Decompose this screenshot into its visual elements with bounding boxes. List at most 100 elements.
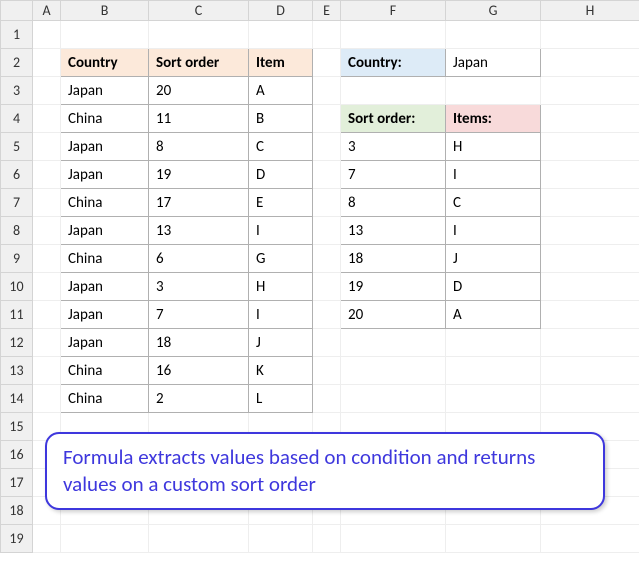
cell[interactable]	[313, 301, 341, 329]
result-sort[interactable]: 7	[341, 161, 446, 189]
result-item[interactable]: D	[446, 273, 541, 301]
cell[interactable]	[313, 105, 341, 133]
col-F[interactable]: F	[341, 1, 446, 21]
col-A[interactable]: A	[33, 1, 61, 21]
cell[interactable]	[541, 161, 639, 189]
cell[interactable]	[541, 189, 639, 217]
cell[interactable]	[249, 525, 313, 553]
cell[interactable]	[61, 525, 149, 553]
cell-sort[interactable]: 19	[149, 161, 249, 189]
cell-country[interactable]: China	[61, 105, 149, 133]
row-2[interactable]: 2	[1, 49, 33, 77]
filter-value[interactable]: Japan	[446, 49, 541, 77]
cell[interactable]	[33, 105, 61, 133]
result-item[interactable]: J	[446, 245, 541, 273]
cell[interactable]	[541, 385, 639, 413]
cell-sort[interactable]: 2	[149, 385, 249, 413]
cell-item[interactable]: I	[249, 217, 313, 245]
cell[interactable]	[541, 301, 639, 329]
row-7[interactable]: 7	[1, 189, 33, 217]
cell-sort[interactable]: 8	[149, 133, 249, 161]
cell[interactable]	[33, 217, 61, 245]
cell-item[interactable]: G	[249, 245, 313, 273]
cell[interactable]	[33, 385, 61, 413]
cell[interactable]	[446, 525, 541, 553]
cell[interactable]	[541, 273, 639, 301]
header-item[interactable]: Item	[249, 49, 313, 77]
cell[interactable]	[541, 525, 639, 553]
cell-item[interactable]: K	[249, 357, 313, 385]
row-9[interactable]: 9	[1, 245, 33, 273]
cell[interactable]	[313, 385, 341, 413]
cell[interactable]	[341, 21, 446, 49]
cell[interactable]	[33, 49, 61, 77]
row-13[interactable]: 13	[1, 357, 33, 385]
cell-country[interactable]: Japan	[61, 161, 149, 189]
col-B[interactable]: B	[61, 1, 149, 21]
cell[interactable]	[541, 217, 639, 245]
cell-item[interactable]: C	[249, 133, 313, 161]
cell-country[interactable]: Japan	[61, 77, 149, 105]
cell[interactable]	[313, 273, 341, 301]
row-12[interactable]: 12	[1, 329, 33, 357]
cell[interactable]	[341, 77, 446, 105]
cell-country[interactable]: Japan	[61, 329, 149, 357]
cell[interactable]	[313, 217, 341, 245]
cell-item[interactable]: H	[249, 273, 313, 301]
cell[interactable]	[541, 329, 639, 357]
cell-sort[interactable]: 20	[149, 77, 249, 105]
col-G[interactable]: G	[446, 1, 541, 21]
cell-sort[interactable]: 7	[149, 301, 249, 329]
col-C[interactable]: C	[149, 1, 249, 21]
col-E[interactable]: E	[313, 1, 341, 21]
row-1[interactable]: 1	[1, 21, 33, 49]
cell[interactable]	[541, 245, 639, 273]
cell[interactable]	[33, 329, 61, 357]
cell[interactable]	[541, 105, 639, 133]
filter-label[interactable]: Country:	[341, 49, 446, 77]
col-D[interactable]: D	[249, 1, 313, 21]
cell[interactable]	[33, 21, 61, 49]
cell[interactable]	[541, 357, 639, 385]
row-17[interactable]: 17	[1, 469, 33, 497]
cell[interactable]	[33, 161, 61, 189]
cell-sort[interactable]: 3	[149, 273, 249, 301]
cell[interactable]	[313, 77, 341, 105]
cell-item[interactable]: D	[249, 161, 313, 189]
header-sort[interactable]: Sort order	[149, 49, 249, 77]
cell[interactable]	[249, 21, 313, 49]
cell[interactable]	[33, 189, 61, 217]
cell-country[interactable]: Japan	[61, 273, 149, 301]
result-header-sort[interactable]: Sort order:	[341, 105, 446, 133]
cell[interactable]	[341, 357, 446, 385]
cell[interactable]	[313, 133, 341, 161]
cell-country[interactable]: China	[61, 245, 149, 273]
col-H[interactable]: H	[541, 1, 639, 21]
cell[interactable]	[33, 273, 61, 301]
cell[interactable]	[313, 357, 341, 385]
cell-country[interactable]: Japan	[61, 133, 149, 161]
cell[interactable]	[541, 133, 639, 161]
result-sort[interactable]: 3	[341, 133, 446, 161]
cell-sort[interactable]: 16	[149, 357, 249, 385]
cell-country[interactable]: Japan	[61, 217, 149, 245]
cell[interactable]	[149, 21, 249, 49]
cell[interactable]	[541, 77, 639, 105]
cell-country[interactable]: China	[61, 189, 149, 217]
cell[interactable]	[541, 49, 639, 77]
cell[interactable]	[541, 21, 639, 49]
row-3[interactable]: 3	[1, 77, 33, 105]
cell-sort[interactable]: 13	[149, 217, 249, 245]
cell-item[interactable]: J	[249, 329, 313, 357]
cell[interactable]	[313, 49, 341, 77]
cell[interactable]	[446, 77, 541, 105]
row-8[interactable]: 8	[1, 217, 33, 245]
result-header-items[interactable]: Items:	[446, 105, 541, 133]
cell[interactable]	[313, 189, 341, 217]
corner-cell[interactable]	[1, 1, 33, 21]
result-item[interactable]: I	[446, 217, 541, 245]
cell[interactable]	[313, 329, 341, 357]
result-sort[interactable]: 18	[341, 245, 446, 273]
result-sort[interactable]: 19	[341, 273, 446, 301]
cell[interactable]	[33, 525, 61, 553]
